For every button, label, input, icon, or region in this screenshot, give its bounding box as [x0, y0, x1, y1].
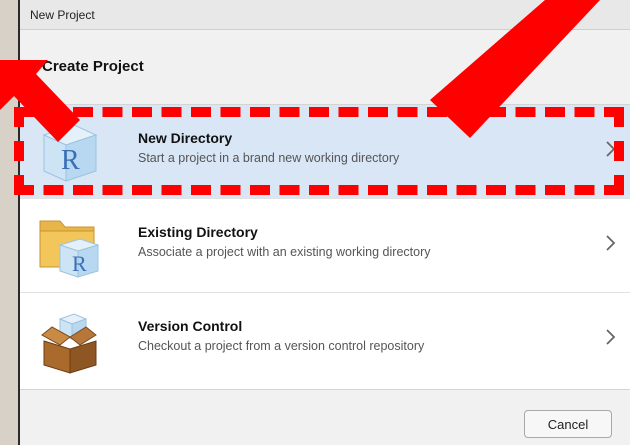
project-type-list: R New Directory Start a project in a bra…: [20, 104, 630, 390]
svg-text:R: R: [61, 145, 80, 176]
cardboard-box-icon: [41, 313, 97, 374]
cancel-button[interactable]: Cancel: [524, 410, 612, 438]
chevron-right-icon: [606, 329, 616, 345]
r-cube-icon: R: [42, 124, 98, 182]
folder-r-cube-icon: R: [39, 220, 100, 278]
chevron-right-icon: [606, 141, 616, 157]
option-description: Associate a project with an existing wor…: [138, 245, 431, 259]
option-new-directory[interactable]: R New Directory Start a project in a bra…: [20, 105, 630, 199]
option-existing-directory[interactable]: R Existing Directory Associate a project…: [20, 199, 630, 293]
option-version-control[interactable]: Version Control Checkout a project from …: [20, 293, 630, 387]
option-title: Existing Directory: [138, 224, 258, 240]
chevron-right-icon: [606, 235, 616, 251]
option-title: New Directory: [138, 130, 233, 146]
new-project-dialog: New Project Create Project R New Directo…: [18, 0, 630, 445]
dialog-heading: Create Project: [42, 58, 144, 75]
option-description: Checkout a project from a version contro…: [138, 339, 425, 353]
option-description: Start a project in a brand new working d…: [138, 151, 400, 165]
svg-text:R: R: [72, 251, 87, 276]
background-strip: [0, 0, 18, 445]
option-title: Version Control: [138, 318, 243, 334]
window-title: New Project: [20, 0, 630, 30]
